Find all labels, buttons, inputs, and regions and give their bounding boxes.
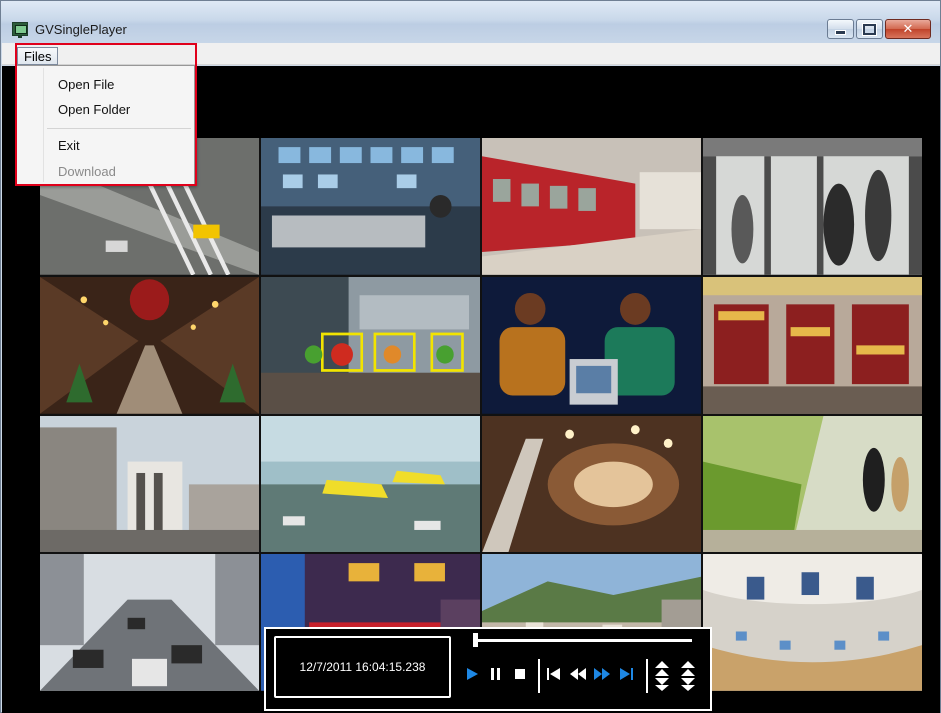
stop-icon bbox=[515, 669, 525, 679]
camera-grid bbox=[40, 138, 922, 691]
speed-down-icon bbox=[681, 661, 695, 691]
skip-to-start-button[interactable] bbox=[544, 663, 564, 685]
controls-separator bbox=[646, 659, 648, 693]
menu-item-exit[interactable]: Exit bbox=[58, 138, 80, 153]
camera-view[interactable] bbox=[261, 138, 480, 275]
files-menu[interactable]: Files bbox=[17, 47, 58, 65]
camera-view[interactable] bbox=[703, 554, 922, 691]
rewind-icon bbox=[570, 668, 586, 680]
play-icon bbox=[467, 668, 478, 680]
speed-down-button[interactable] bbox=[678, 659, 698, 693]
minimize-button[interactable] bbox=[827, 19, 854, 39]
camera-view[interactable] bbox=[482, 276, 701, 414]
fast-forward-button[interactable] bbox=[592, 663, 612, 685]
seek-slider-thumb[interactable] bbox=[473, 633, 478, 647]
timestamp-text: 12/7/2011 16:04:15.238 bbox=[299, 660, 426, 674]
menu-gutter bbox=[43, 68, 44, 182]
skip-to-end-icon bbox=[620, 668, 633, 680]
playback-controls: 12/7/2011 16:04:15.238 bbox=[264, 627, 712, 711]
controls-separator bbox=[538, 659, 540, 693]
fast-forward-icon bbox=[594, 668, 610, 680]
camera-view[interactable] bbox=[40, 415, 259, 553]
title-bar[interactable]: GVSinglePlayer ✕ bbox=[1, 1, 940, 43]
camera-view[interactable] bbox=[261, 415, 480, 553]
camera-view[interactable] bbox=[703, 415, 922, 553]
pause-icon bbox=[491, 668, 500, 680]
menu-item-open-file[interactable]: Open File bbox=[58, 77, 114, 92]
files-dropdown-menu: Open File Open Folder Exit Download bbox=[16, 65, 195, 185]
skip-to-end-button[interactable] bbox=[616, 663, 636, 685]
camera-view[interactable] bbox=[482, 138, 701, 275]
close-icon: ✕ bbox=[902, 21, 914, 37]
play-button[interactable] bbox=[462, 663, 482, 685]
pause-button[interactable] bbox=[486, 663, 506, 685]
close-button[interactable]: ✕ bbox=[885, 19, 931, 39]
timestamp-display: 12/7/2011 16:04:15.238 bbox=[274, 636, 451, 698]
camera-view[interactable] bbox=[482, 415, 701, 553]
camera-view[interactable] bbox=[703, 138, 922, 275]
window-title: GVSinglePlayer bbox=[35, 22, 127, 37]
seek-slider[interactable] bbox=[474, 639, 692, 642]
skip-to-start-icon bbox=[547, 668, 560, 680]
app-window: GVSinglePlayer ✕ Files 12/7/2011 16:04:1… bbox=[0, 0, 941, 713]
camera-view[interactable] bbox=[40, 276, 259, 414]
stop-button[interactable] bbox=[510, 663, 530, 685]
speed-up-icon bbox=[655, 661, 669, 691]
menu-item-open-folder[interactable]: Open Folder bbox=[58, 102, 130, 117]
camera-view[interactable] bbox=[261, 276, 480, 414]
menu-separator bbox=[47, 128, 191, 129]
minimize-icon bbox=[828, 20, 853, 38]
menu-item-download: Download bbox=[58, 164, 116, 179]
menu-bar: Files bbox=[2, 43, 940, 65]
camera-view[interactable] bbox=[40, 554, 259, 691]
maximize-button[interactable] bbox=[856, 19, 883, 39]
maximize-icon bbox=[857, 20, 882, 38]
speed-up-button[interactable] bbox=[652, 659, 672, 693]
app-icon bbox=[12, 22, 28, 38]
rewind-button[interactable] bbox=[568, 663, 588, 685]
camera-view[interactable] bbox=[703, 276, 922, 414]
